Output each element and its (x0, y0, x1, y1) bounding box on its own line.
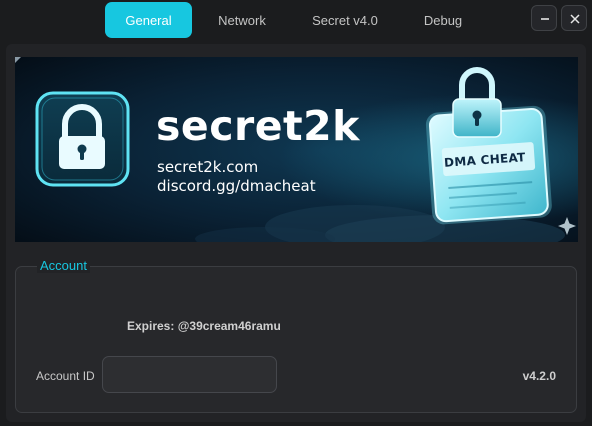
banner: secret2k secret2k.com discord.gg/dmachea… (15, 57, 578, 242)
minimize-button[interactable] (531, 5, 557, 31)
tab-debug[interactable]: Debug (408, 2, 478, 38)
close-button[interactable] (561, 5, 587, 31)
version-label: v4.2.0 (522, 369, 556, 383)
account-id-input[interactable] (102, 356, 277, 393)
lock-icon (35, 91, 130, 187)
brand-title: secret2k (156, 102, 360, 150)
account-group: Account Expires: @39cream46ramu Account … (15, 258, 577, 413)
close-icon (570, 14, 580, 24)
account-id-label: Account ID (36, 369, 95, 383)
brand-discord: discord.gg/dmacheat (157, 177, 316, 195)
tab-secret[interactable]: Secret v4.0 (300, 2, 390, 38)
top-bar: General Network Secret v4.0 Debug (0, 0, 592, 40)
tab-network[interactable]: Network (203, 2, 281, 38)
tab-general[interactable]: General (105, 2, 192, 38)
minimize-icon (541, 18, 549, 20)
account-group-title: Account (37, 258, 90, 273)
expires-text: Expires: @39cream46ramu (127, 319, 281, 333)
brand-website: secret2k.com (157, 158, 259, 176)
